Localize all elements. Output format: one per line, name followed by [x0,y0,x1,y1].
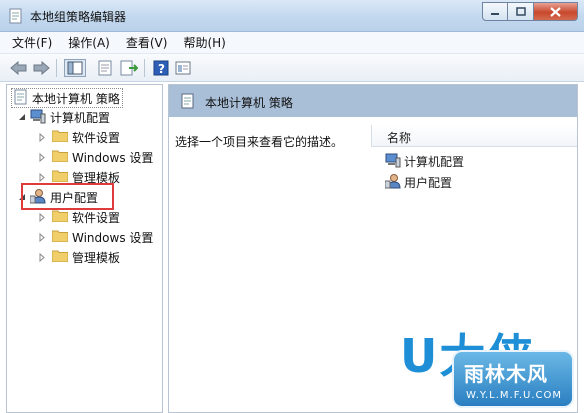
list-item-label: 用户配置 [404,175,453,190]
tree-item-software-settings[interactable]: 软件设置 [37,127,120,147]
column-divider [371,125,372,147]
tree-item-root[interactable]: 本地计算机 策略 [11,88,123,108]
tree-item-user-software-settings[interactable]: 软件设置 [37,207,120,227]
policy-document-icon [181,93,195,112]
toolbar: ? [0,54,584,82]
window-controls [482,2,578,22]
tree-label: 管理模板 [72,250,121,265]
watermark-badge: 雨林木风 W.Y.L.M.F.U.COM [452,350,574,408]
watermark-site-name: 雨林木风 [464,362,548,386]
annotation-highlight-box [21,183,114,210]
menu-action[interactable]: 操作(A) [68,34,110,51]
menu-bar: 文件(F) 操作(A) 查看(V) 帮助(H) [0,32,584,54]
folder-icon [51,149,69,165]
tree-item-windows-settings[interactable]: Windows 设置 [37,147,153,167]
list-item-label: 计算机配置 [404,154,465,169]
toolbar-separator [56,59,57,77]
tree-label: 软件设置 [72,210,121,225]
close-button[interactable] [534,2,578,21]
computer-icon [385,152,401,171]
export-list-icon[interactable] [120,59,138,77]
details-header-title: 本地计算机 策略 [205,96,293,110]
tree-label: 软件设置 [72,130,121,145]
tree-label: Windows 设置 [72,230,154,245]
collapsed-arrow-icon[interactable] [37,152,46,162]
description-text: 选择一个项目来查看它的描述。 [175,135,344,149]
tree-label: 本地计算机 策略 [32,91,120,106]
collapsed-arrow-icon[interactable] [37,132,46,142]
menu-view[interactable]: 查看(V) [126,34,168,51]
folder-icon [51,129,69,145]
tree-item-user-admin-templates[interactable]: 管理模板 [37,247,120,267]
collapsed-arrow-icon[interactable] [37,232,46,242]
details-header: 本地计算机 策略 [169,85,577,117]
watermark-url: W.Y.L.M.F.U.COM [466,390,563,401]
show-hide-tree-icon[interactable] [64,59,86,77]
folder-icon [51,209,69,225]
expanded-arrow-icon[interactable] [17,113,26,122]
title-bar: 本地组策略编辑器 [0,0,584,32]
collapsed-arrow-icon[interactable] [37,252,46,262]
tree-pane: 本地计算机 策略 计算机配置 软件设置 Windows 设置 管理模板 用户配置… [6,84,163,413]
menu-help[interactable]: 帮助(H) [183,34,225,51]
policy-app-icon [8,8,24,24]
menu-file[interactable]: 文件(F) [12,34,52,51]
collapsed-arrow-icon[interactable] [37,212,46,222]
svg-text:?: ? [158,62,165,76]
toolbar-separator [144,59,145,77]
window-title: 本地组策略编辑器 [30,10,127,24]
folder-icon [51,229,69,245]
user-icon [384,173,401,192]
computer-icon [30,108,46,127]
collapsed-arrow-icon[interactable] [37,172,46,182]
tree-label: Windows 设置 [72,150,154,165]
column-header-label: 名称 [387,131,412,145]
folder-icon [51,249,69,265]
tree-item-user-windows-settings[interactable]: Windows 设置 [37,227,153,247]
list-item-user-config[interactable]: 用户配置 [384,172,453,192]
tree-item-computer-config[interactable]: 计算机配置 [17,107,110,127]
tree-label: 计算机配置 [50,110,111,125]
console-view-icon[interactable] [174,59,192,77]
back-icon[interactable] [10,59,28,77]
list-item-computer-config[interactable]: 计算机配置 [385,151,464,171]
maximize-button[interactable] [508,2,534,21]
policy-document-icon [14,89,28,108]
forward-icon[interactable] [32,59,50,77]
column-header-name[interactable]: 名称 [371,125,577,147]
properties-icon[interactable] [96,59,114,77]
minimize-button[interactable] [482,2,508,21]
help-icon[interactable]: ? [152,59,170,77]
